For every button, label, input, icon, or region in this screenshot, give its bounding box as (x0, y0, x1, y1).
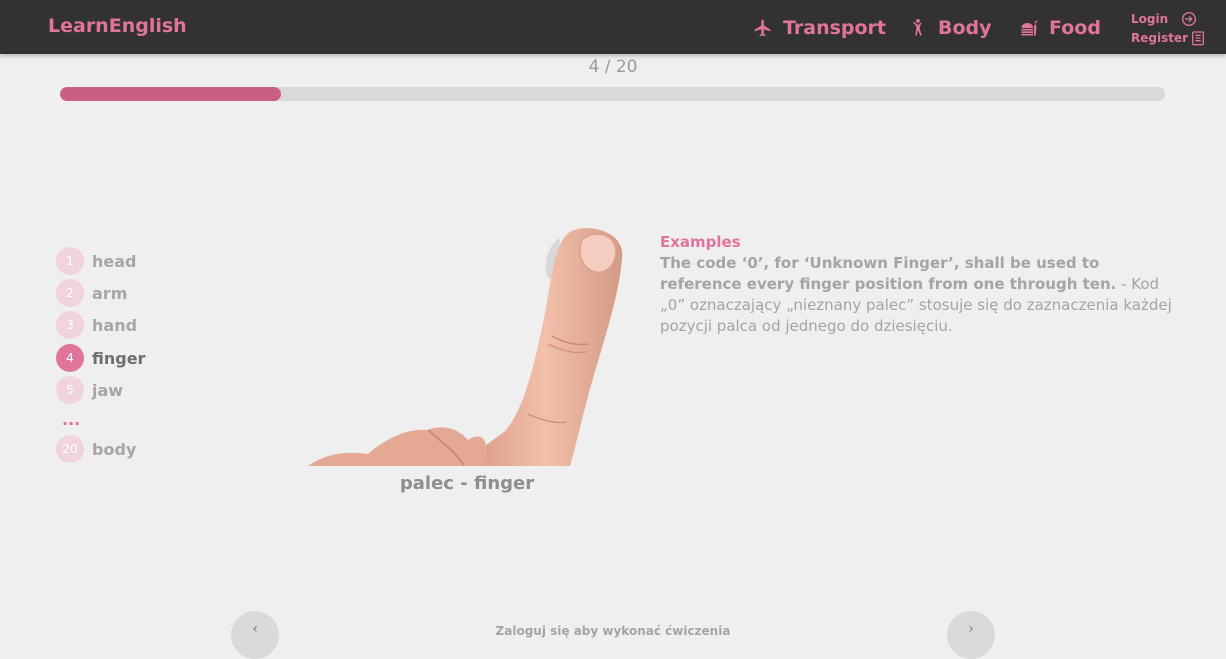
word-list-item[interactable]: 1 head (56, 247, 137, 275)
word-list-ellipsis: ... (62, 410, 81, 429)
word-list-item[interactable]: 3 hand (56, 311, 137, 339)
progress-bar-fill (60, 87, 281, 101)
airplane-icon (753, 18, 773, 38)
auth-links: Login Register (1131, 9, 1205, 47)
word-image-finger (308, 218, 626, 467)
nav-link-label: Transport (783, 17, 887, 39)
example-english: The code ‘0’, for ‘Unknown Finger’, shal… (660, 254, 1117, 293)
word-label: finger (92, 348, 146, 368)
word-number-badge: 1 (56, 247, 84, 275)
next-button[interactable]: › (947, 611, 995, 659)
navbar: LearnEnglish Transport Body Food Login R… (0, 0, 1226, 54)
word-number-badge: 3 (56, 311, 84, 339)
word-list-item-active[interactable]: 4 finger (56, 344, 145, 372)
register-icon (1190, 30, 1206, 46)
word-list-item[interactable]: 20 body (56, 435, 136, 463)
nav-link-label: Body (938, 17, 992, 39)
login-link[interactable]: Login (1131, 9, 1201, 28)
progress-bar (60, 87, 1165, 101)
word-number-badge: 5 (56, 376, 84, 404)
word-label: arm (92, 283, 128, 303)
word-label: jaw (92, 380, 124, 400)
word-number-badge: 4 (56, 344, 84, 372)
register-label: Register (1131, 30, 1189, 45)
examples-panel: Examples The code ‘0’, for ‘Unknown Fing… (660, 232, 1185, 337)
word-label: head (92, 251, 137, 271)
register-link[interactable]: Register (1131, 28, 1205, 47)
word-number-badge: 20 (56, 435, 84, 463)
word-label: hand (92, 315, 138, 335)
login-to-exercise-text: Zaloguj się aby wykonać ćwiczenia (495, 624, 731, 638)
nav-link-transport[interactable]: Transport (753, 13, 886, 43)
food-icon (1019, 18, 1039, 38)
word-list-item[interactable]: 5 jaw (56, 376, 123, 404)
word-caption: palec - finger (399, 473, 535, 494)
nav-link-food[interactable]: Food (1019, 13, 1101, 43)
nav-link-label: Food (1049, 17, 1101, 39)
word-label: body (92, 439, 137, 459)
nav-link-body[interactable]: Body (908, 13, 992, 43)
progress-counter: 4 / 20 (588, 57, 638, 77)
login-label: Login (1131, 11, 1169, 26)
word-number-badge: 2 (56, 279, 84, 307)
brand-logo[interactable]: LearnEnglish (48, 15, 187, 37)
login-icon (1181, 11, 1197, 27)
examples-title: Examples (660, 233, 741, 251)
word-list-item[interactable]: 2 arm (56, 279, 127, 307)
example-sentence: The code ‘0’, for ‘Unknown Finger’, shal… (660, 253, 1185, 337)
person-icon (908, 18, 928, 38)
